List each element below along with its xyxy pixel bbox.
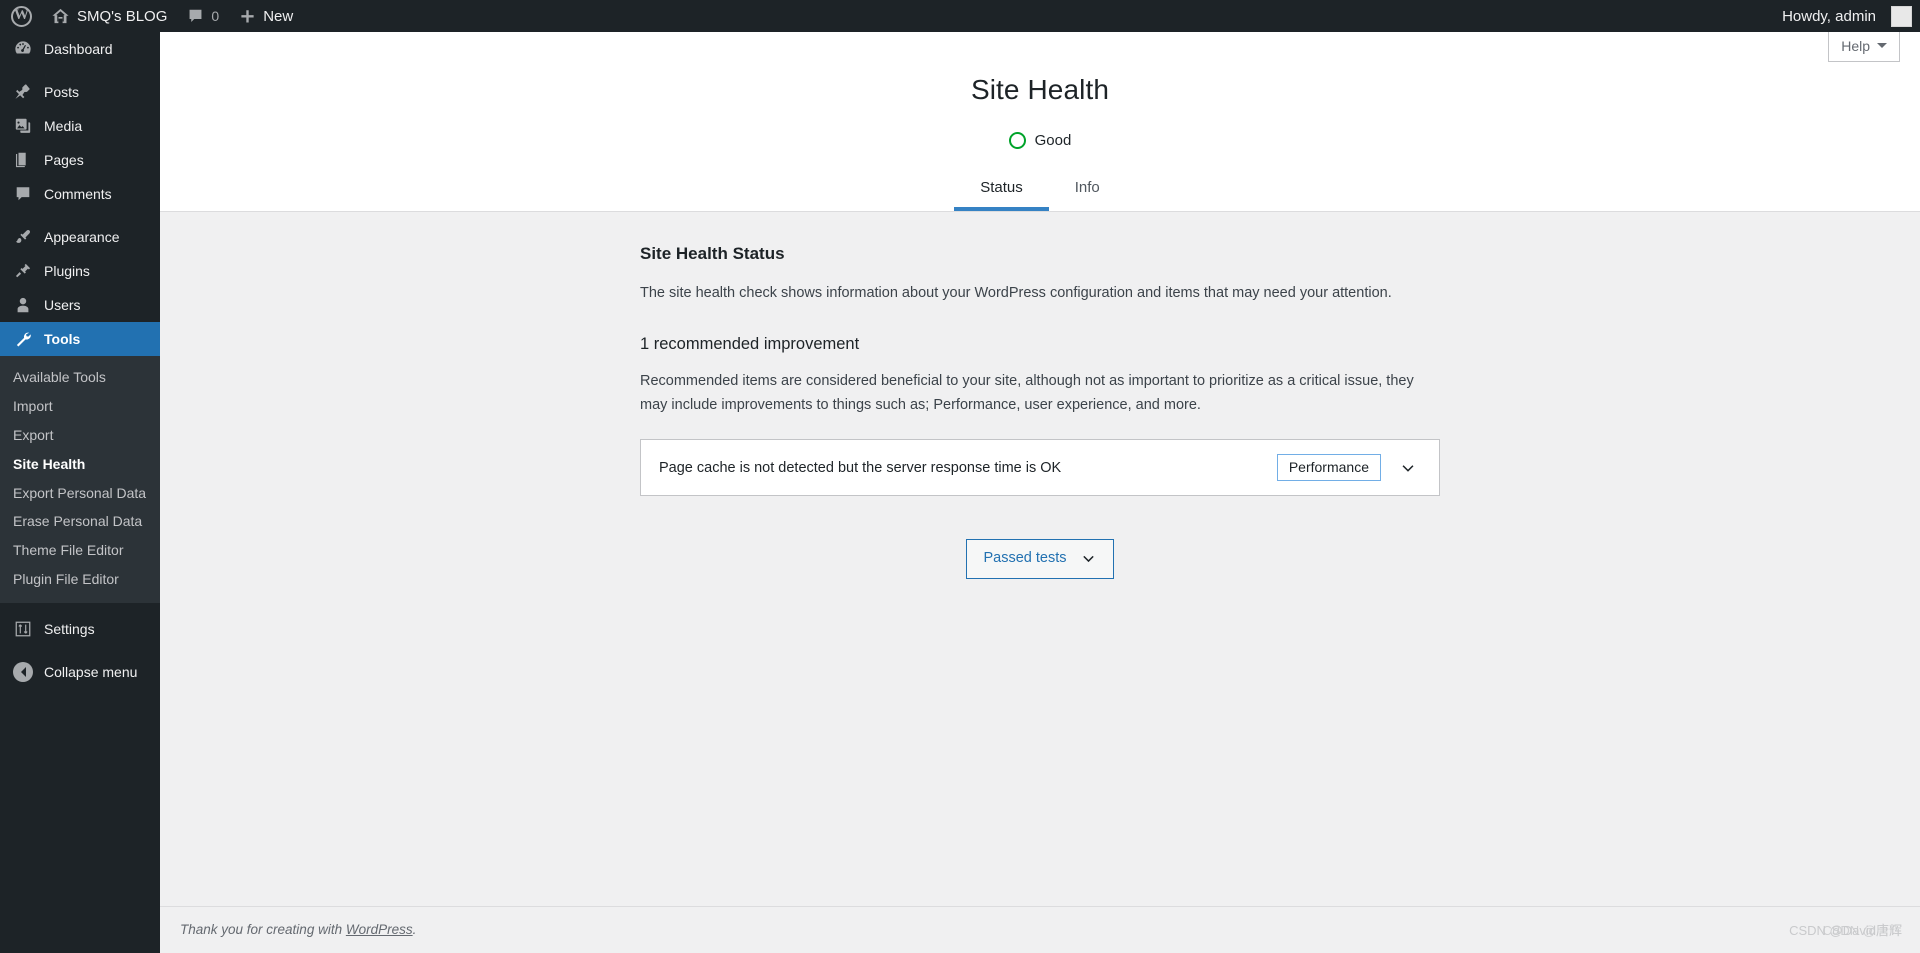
menu-separator [0,211,160,220]
howdy-label: Howdy, admin [1782,7,1876,25]
site-name-menu[interactable]: SMQ's BLOG [41,0,177,32]
pin-icon [13,82,33,102]
screen-meta-links: Help [1828,32,1900,62]
page-title: Site Health [970,74,1110,105]
issue-description: Recommended items are considered benefic… [640,373,1414,413]
passed-tests-label: Passed tests [983,550,1067,567]
site-health-tabs: Status Info [160,171,1920,212]
sidebar-item-label: Settings [44,621,95,638]
user-icon [13,295,33,315]
submenu-item-export[interactable]: Export [0,421,160,450]
sidebar-item-label: Appearance [44,229,120,245]
submenu-item-theme-file-editor[interactable]: Theme File Editor [0,536,160,565]
site-health-status-indicator: Good [160,132,1920,150]
sidebar-item-plugins[interactable]: Plugins [0,254,160,288]
status-badge-performance: Performance [1276,454,1381,482]
paintbrush-icon [13,227,33,247]
submenu-item-export-personal-data[interactable]: Export Personal Data [0,479,160,508]
sidebar-item-tools[interactable]: Tools [0,322,168,356]
accordion-item[interactable]: Page cache is not detected but the serve… [641,440,1439,495]
submenu-item-plugin-file-editor[interactable]: Plugin File Editor [0,565,160,594]
accordion-toggle-button[interactable] [1395,455,1421,481]
sidebar-item-pages[interactable]: Pages [0,143,160,177]
plug-icon [13,261,33,281]
help-label: Help [1841,38,1870,54]
green-circle-icon [1008,132,1026,150]
sidebar-item-appearance[interactable]: Appearance [0,220,160,254]
sidebar-item-users[interactable]: Users [0,288,160,322]
sidebar-item-media[interactable]: Media [0,109,160,143]
tab-info[interactable]: Info [1049,171,1126,211]
home-icon [51,7,70,26]
chevron-down-icon [1399,459,1417,477]
sidebar-item-label: Tools [44,331,81,347]
menu-separator [0,646,160,655]
tab-status[interactable]: Status [954,171,1049,212]
footer-thanks-prefix: Thank you for creating with [180,922,346,937]
submenu-item-site-health[interactable]: Site Health [0,450,160,479]
collapse-menu-button[interactable]: Collapse menu [0,655,160,689]
submenu-item-import[interactable]: Import [0,392,160,421]
tools-submenu: Available Tools Import Export Site Healt… [0,356,160,604]
footer-thanks-text: Thank you for creating with WordPress. [180,922,416,937]
settings-sliders-icon [13,619,33,639]
issues-accordion: Page cache is not detected but the serve… [640,439,1440,497]
submenu-item-erase-personal-data[interactable]: Erase Personal Data [0,507,160,536]
issue-count-heading: 1 recommended improvement [640,335,860,354]
comment-bubble-icon [13,184,33,204]
chevron-down-icon [1080,550,1097,567]
sidebar-item-label: Pages [44,152,84,168]
plus-icon [239,8,256,25]
comments-count: 0 [211,8,220,24]
my-account-menu[interactable]: Howdy, admin [1772,0,1920,32]
media-icon [13,116,33,136]
dashboard-icon [13,39,33,59]
comment-bubble-icon [187,8,204,25]
wrench-icon [13,329,33,349]
section-heading: Site Health Status [640,244,785,264]
csdn-watermark: CSDN @David唐辉 CSDN @唐辉 [1789,920,1902,939]
sidebar-item-label: Posts [44,84,80,100]
avatar [1891,5,1912,27]
collapse-menu-label: Collapse menu [44,664,138,681]
sidebar-item-comments[interactable]: Comments [0,177,160,211]
admin-footer: Thank you for creating with WordPress. C… [160,906,1920,953]
status-content: Site Health Status The site health check… [640,212,1440,579]
wordpress-logo-button[interactable] [0,0,41,32]
sidebar-item-label: Plugins [44,263,90,279]
site-health-header: Site Health Good Status Info [160,32,1920,213]
new-content-label: New [263,7,294,25]
comments-menu[interactable]: 0 [177,0,229,32]
menu-separator [0,603,160,612]
menu-separator [0,66,160,75]
site-name-label: SMQ's BLOG [77,7,168,25]
new-content-menu[interactable]: New [229,0,303,32]
wordpress-logo-icon [11,5,32,27]
sidebar-item-label: Comments [44,186,112,202]
status-badge: Good [1034,132,1072,150]
wordpress-link[interactable]: WordPress [346,922,413,937]
caret-down-icon [1877,42,1887,53]
sidebar-item-posts[interactable]: Posts [0,75,160,109]
sidebar-item-label: Users [44,297,81,313]
admin-sidebar-menu: Dashboard Posts Media Pages Comments App… [0,32,168,953]
watermark-overlay-text: CSDN @唐辉 [1822,923,1902,938]
main-content-area: Help Site Health Good Status Info Site H… [160,32,1920,953]
section-description: The site health check shows information … [640,285,1392,302]
sidebar-item-label: Dashboard [44,41,113,57]
help-tab-button[interactable]: Help [1828,32,1900,62]
passed-tests-button[interactable]: Passed tests [966,539,1114,579]
pages-icon [13,150,33,170]
sidebar-item-settings[interactable]: Settings [0,612,160,646]
sidebar-item-label: Media [44,118,83,134]
admin-bar: SMQ's BLOG 0 New Howdy, admin [0,0,1920,32]
passed-tests-area: Passed tests [640,539,1440,579]
footer-thanks-suffix: . [412,922,417,937]
site-health-body: Site Health Status The site health check… [160,212,1920,579]
accordion-item-title: Page cache is not detected but the serve… [659,459,1062,476]
collapse-arrow-icon [13,662,33,683]
sidebar-item-dashboard[interactable]: Dashboard [0,32,160,66]
submenu-item-available-tools[interactable]: Available Tools [0,363,160,392]
